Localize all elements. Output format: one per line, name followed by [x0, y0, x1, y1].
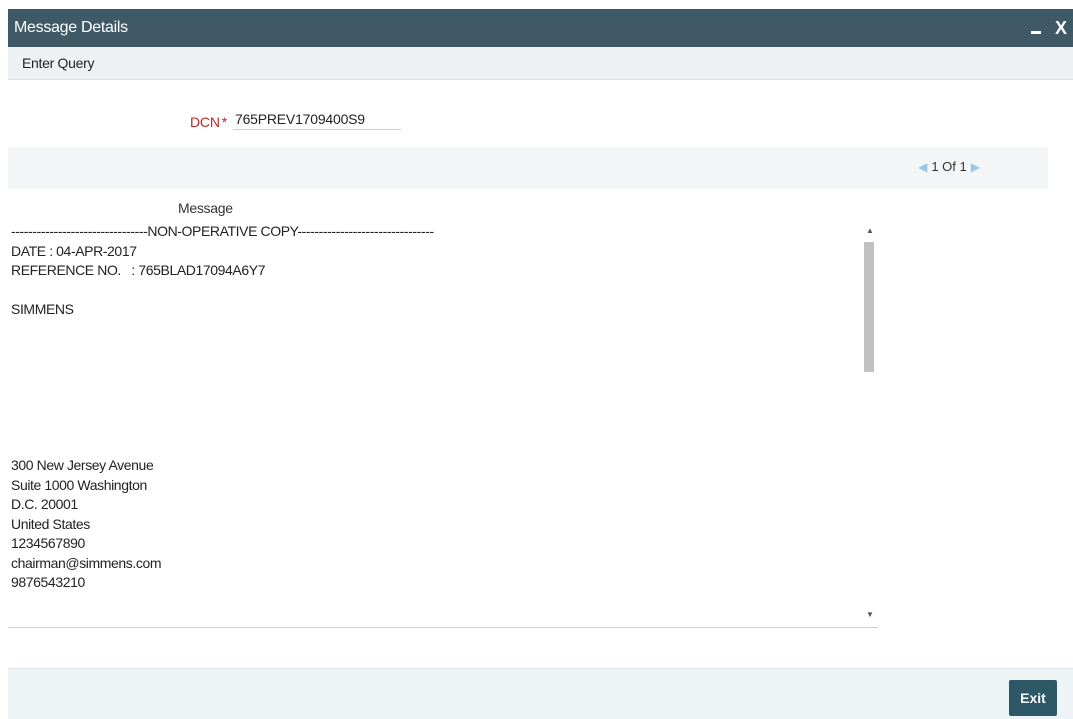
- message-header: Message: [178, 200, 233, 216]
- required-marker: *: [221, 114, 227, 130]
- dcn-label: DCN *: [190, 114, 227, 130]
- dcn-field-row: DCN *: [190, 108, 401, 130]
- enter-query-menu-item[interactable]: Enter Query: [22, 55, 94, 71]
- scroll-up-icon[interactable]: ▲: [866, 226, 874, 235]
- exit-button[interactable]: Exit: [1009, 680, 1057, 716]
- window-titlebar: Message Details X: [8, 9, 1073, 47]
- next-page-icon[interactable]: ▶: [971, 160, 980, 174]
- close-icon[interactable]: X: [1055, 19, 1067, 37]
- scroll-thumb[interactable]: [864, 242, 874, 372]
- message-textarea[interactable]: --------------------------------NON-OPER…: [8, 218, 878, 628]
- footer-bar: Exit: [8, 668, 1073, 719]
- window-title: Message Details: [14, 19, 128, 36]
- menu-bar: Enter Query: [8, 47, 1073, 80]
- page-indicator: 1 Of 1: [931, 159, 967, 174]
- minimize-icon[interactable]: [1030, 19, 1041, 37]
- scroll-down-icon[interactable]: ▼: [866, 610, 874, 619]
- window-controls: X: [1030, 9, 1067, 47]
- pager: ◀ 1 Of 1 ▶: [918, 159, 980, 174]
- message-scrollbar[interactable]: ▲ ▼: [861, 218, 877, 627]
- pager-bar: ◀ 1 Of 1 ▶: [8, 147, 1048, 189]
- previous-page-icon[interactable]: ◀: [918, 160, 927, 174]
- message-text: --------------------------------NON-OPER…: [11, 223, 434, 590]
- dcn-input[interactable]: [232, 108, 401, 130]
